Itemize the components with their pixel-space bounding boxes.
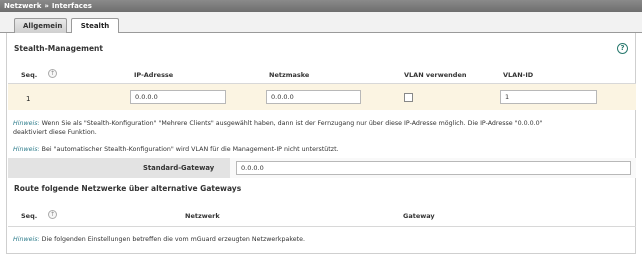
standard-gateway-input[interactable]: 0.0.0.0 — [236, 161, 631, 175]
vlan-checkbox[interactable] — [404, 93, 413, 102]
hint-text: Bei "automatischer Stealth-Konfiguration… — [41, 146, 339, 153]
hint-text: Wenn Sie als "Stealth-Konfiguration" "Me… — [41, 120, 543, 127]
column-header-netmask: Netzmaske — [269, 71, 310, 79]
breadcrumb-network[interactable]: Netzwerk — [4, 2, 41, 10]
tab-bar: Allgemein Stealth — [0, 12, 642, 34]
hint-keyword: Hinweis: — [13, 146, 40, 153]
breadcrumb: Netzwerk» Interfaces — [0, 0, 642, 12]
hint-keyword: Hinweis: — [13, 236, 40, 243]
hint-mguard-packets: Hinweis: Die folgenden Einstellungen bet… — [13, 235, 305, 244]
divider — [8, 226, 636, 227]
breadcrumb-separator: » — [44, 2, 49, 10]
standard-gateway-label: Standard-Gateway — [143, 164, 215, 172]
netmask-input[interactable]: 0.0.0.0 — [266, 90, 361, 104]
sort-icon[interactable]: ↑ — [48, 210, 57, 219]
tab-stealth[interactable]: Stealth — [71, 18, 119, 34]
column-header-gateway: Gateway — [403, 212, 435, 220]
column-header-vlan-use: VLAN verwenden — [404, 71, 467, 79]
section-title-stealth-management: Stealth-Management — [14, 44, 103, 53]
hint-multiple-clients: Hinweis: Wenn Sie als "Stealth-Konfigura… — [13, 119, 543, 128]
breadcrumb-interfaces[interactable]: Interfaces — [52, 2, 92, 10]
hint-vlan: Hinweis: Bei "automatischer Stealth-Konf… — [13, 145, 339, 154]
row-seq: 1 — [26, 95, 31, 103]
column-header-vlan-id: VLAN-ID — [503, 71, 534, 79]
column-header-seq: Seq. — [21, 71, 38, 79]
hint-text: deaktiviert diese Funktion. — [13, 129, 97, 136]
tab-allgemein[interactable]: Allgemein — [14, 18, 67, 33]
column-header-ip: IP-Adresse — [134, 71, 174, 79]
hint-text: Die folgenden Einstellungen betreffen di… — [41, 236, 306, 243]
hint-multiple-clients-cont: deaktiviert diese Funktion. — [13, 128, 97, 137]
column-header-network: Netzwerk — [185, 212, 220, 220]
content-panel — [6, 33, 636, 254]
section-title-routes: Route folgende Netzwerke über alternativ… — [14, 184, 242, 193]
vlan-id-input[interactable]: 1 — [500, 90, 597, 104]
ip-address-input[interactable]: 0.0.0.0 — [130, 90, 226, 104]
hint-keyword: Hinweis: — [13, 120, 40, 127]
help-icon[interactable]: ? — [617, 43, 628, 54]
column-header-seq: Seq. — [21, 212, 38, 220]
sort-icon[interactable]: ↑ — [48, 69, 57, 78]
